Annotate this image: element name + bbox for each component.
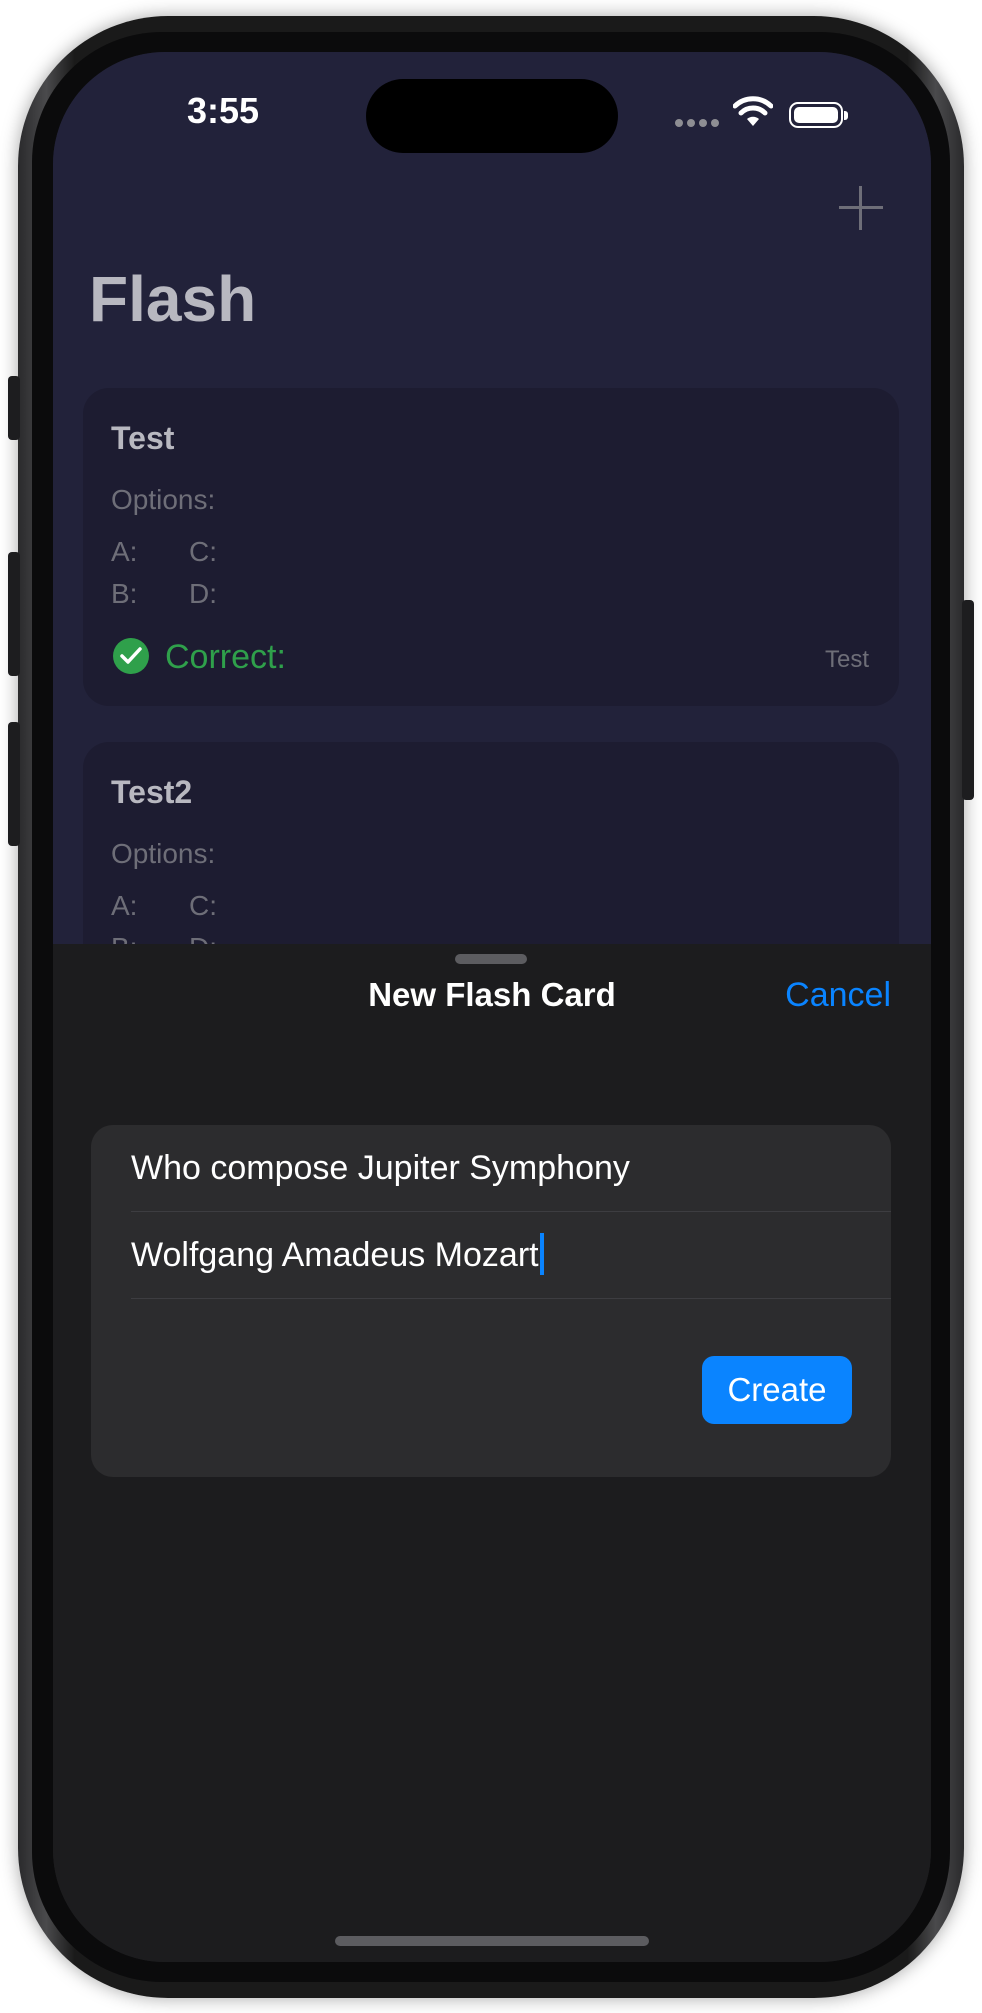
option-b: B:: [111, 578, 138, 609]
card-title: Test: [111, 420, 175, 456]
form-group: Who compose Jupiter Symphony Wolfgang Am…: [91, 1125, 891, 1477]
battery-icon: [789, 102, 848, 128]
volume-up-button: [8, 552, 20, 676]
correct-answer: Test: [824, 646, 869, 673]
add-card-plus-icon[interactable]: [839, 186, 883, 230]
screen: 3:55 Flash Test Options: A: C: B: D: Cor…: [53, 52, 931, 1962]
wifi-icon: [733, 96, 773, 126]
question-text: Who compose Jupiter Symphony: [131, 1149, 630, 1187]
text-caret: [539, 1233, 544, 1276]
dynamic-island: [366, 79, 618, 153]
option-d: D:: [189, 578, 217, 609]
cancel-button[interactable]: Cancel: [785, 976, 891, 1015]
option-c: C:: [189, 536, 217, 567]
sheet-title: New Flash Card: [368, 976, 616, 1013]
volume-down-button: [8, 722, 20, 846]
card-title: Test2: [111, 774, 193, 810]
status-time: 3:55: [186, 90, 260, 131]
checkmark-circle-icon: [113, 638, 149, 674]
page-title: Flash: [89, 263, 257, 335]
action-button: [8, 376, 20, 440]
home-indicator: [335, 1936, 649, 1946]
options-label: Options:: [111, 484, 216, 515]
correct-label: Correct:: [165, 638, 286, 676]
flash-card[interactable]: Test Options: A: C: B: D: Correct: Test: [83, 388, 899, 706]
create-button[interactable]: Create: [702, 1356, 852, 1424]
power-button: [962, 600, 974, 800]
sheet-grabber[interactable]: [455, 954, 527, 964]
answer-field[interactable]: Wolfgang Amadeus Mozart: [131, 1212, 891, 1299]
option-a: A:: [111, 890, 138, 921]
option-c: C:: [189, 890, 217, 921]
question-field[interactable]: Who compose Jupiter Symphony: [131, 1125, 891, 1212]
new-card-sheet: New Flash Card Cancel Who compose Jupite…: [53, 944, 931, 1962]
cellular-icon: [675, 114, 723, 132]
flash-list-screen: 3:55 Flash Test Options: A: C: B: D: Cor…: [53, 52, 931, 1060]
options-label: Options:: [111, 838, 216, 869]
option-a: A:: [111, 536, 138, 567]
answer-text: Wolfgang Amadeus Mozart: [131, 1236, 539, 1274]
